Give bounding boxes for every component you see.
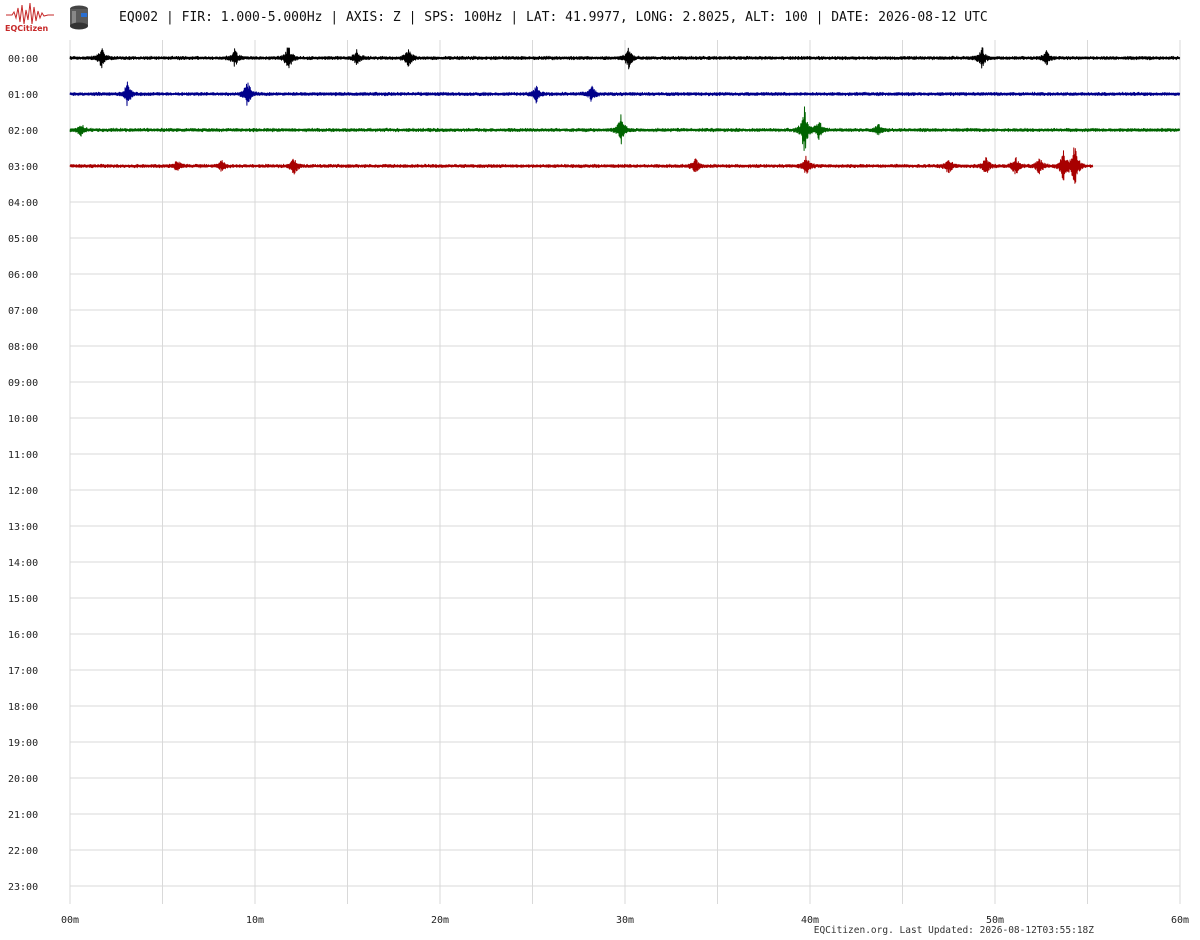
y-tick-label: 18:00 — [8, 702, 38, 713]
y-tick-label: 17:00 — [8, 666, 38, 677]
y-tick-label: 14:00 — [8, 558, 38, 569]
x-tick-label: 10m — [246, 915, 264, 926]
footer-last-updated: EQCitizen.org. Last Updated: 2026-08-12T… — [813, 925, 1094, 936]
y-tick-label: 13:00 — [8, 522, 38, 533]
y-tick-label: 10:00 — [8, 414, 38, 425]
y-tick-label: 23:00 — [8, 882, 38, 893]
x-tick-label: 30m — [616, 915, 634, 926]
x-tick-label: 00m — [61, 915, 79, 926]
y-tick-label: 09:00 — [8, 378, 38, 389]
y-tick-label: 02:00 — [8, 126, 38, 137]
y-tick-label: 08:00 — [8, 342, 38, 353]
y-tick-label: 11:00 — [8, 450, 38, 461]
y-tick-label: 22:00 — [8, 846, 38, 857]
y-tick-label: 16:00 — [8, 630, 38, 641]
y-tick-label: 05:00 — [8, 234, 38, 245]
y-tick-label: 19:00 — [8, 738, 38, 749]
x-tick-label: 60m — [1171, 915, 1189, 926]
y-tick-label: 06:00 — [8, 270, 38, 281]
y-tick-label: 21:00 — [8, 810, 38, 821]
x-tick-label: 20m — [431, 915, 449, 926]
y-tick-label: 20:00 — [8, 774, 38, 785]
y-tick-label: 12:00 — [8, 486, 38, 497]
y-tick-label: 15:00 — [8, 594, 38, 605]
trace-0300 — [69, 147, 1094, 184]
y-tick-label: 03:00 — [8, 162, 38, 173]
y-tick-label: 00:00 — [8, 54, 38, 65]
y-tick-label: 01:00 — [8, 90, 38, 101]
y-tick-label: 04:00 — [8, 198, 38, 209]
seismogram-chart: 00:00 01:00 02:00 03:00 04:00 05:00 06:00 07:00… — [8, 40, 1189, 926]
y-tick-label: 07:00 — [8, 306, 38, 317]
